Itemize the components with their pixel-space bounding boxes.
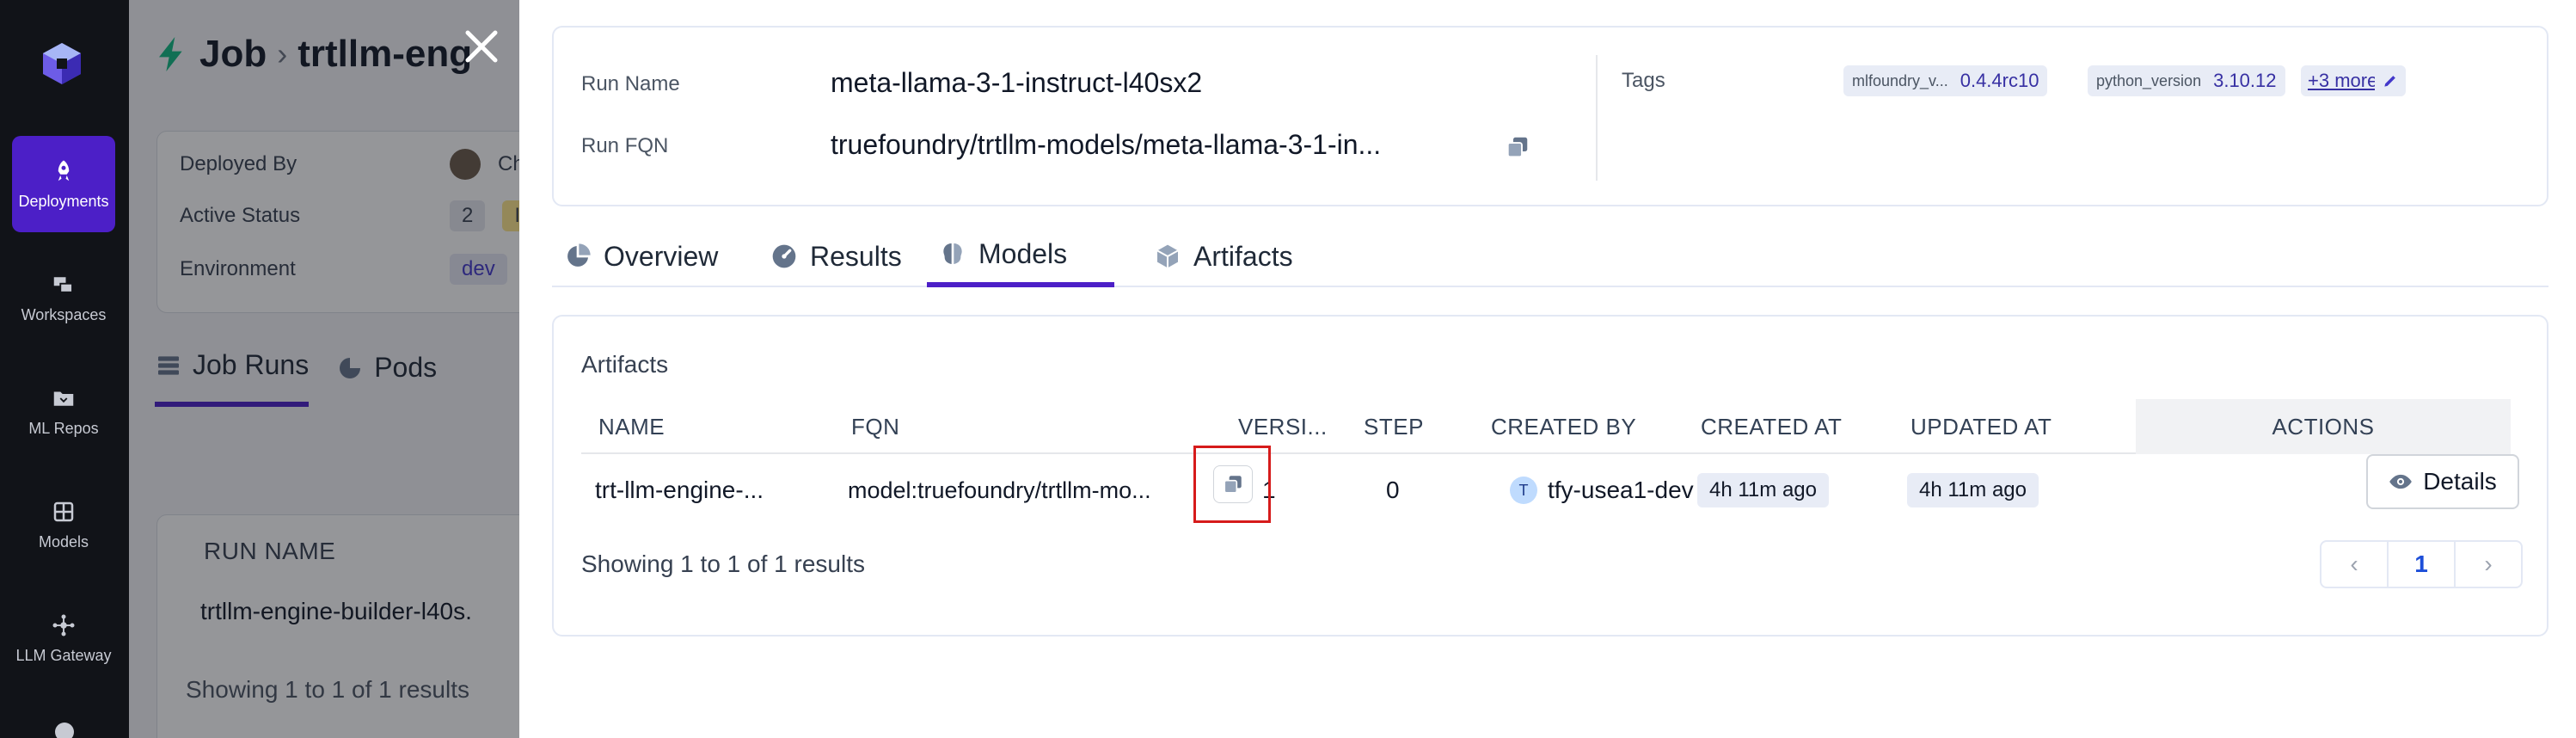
run-name-value: meta-llama-3-1-instruct-l40sx2 [831,67,1203,98]
tab-label: Overview [604,240,719,272]
tag-chip: python_version 3.10.12 [2088,65,2285,96]
divider [1596,55,1598,181]
sidebar-item-label: Workspaces [21,305,107,323]
sidebar-item-workspaces[interactable]: Workspaces [12,249,115,346]
artifact-fqn: model:truefoundry/trtllm-mo... [848,477,1151,503]
tag-value: 3.10.12 [2213,70,2277,91]
help-icon[interactable] [55,723,74,738]
run-fqn-label: Run FQN [581,134,669,157]
tab-artifacts[interactable]: Artifacts [1142,225,1305,287]
sidebar-item-llm-gateway[interactable]: LLM Gateway [12,590,115,686]
sidebar-item-label: LLM Gateway [15,646,112,664]
gauge-icon [772,244,796,268]
sidebar-item-label: ML Repos [28,419,99,437]
copy-fqn-button[interactable] [1213,465,1253,503]
app-sidebar: Deployments Workspaces ML Repos Models L… [0,0,129,738]
gateway-icon [52,614,75,636]
artifacts-card: Artifacts NAME FQN VERSI... STEP CREATED… [552,315,2548,637]
column-header-step[interactable]: STEP [1364,399,1424,454]
artifact-name[interactable]: trt-llm-engine-... [595,454,764,526]
folder-icon [53,391,74,406]
column-header-created-at[interactable]: CREATED AT [1701,399,1842,454]
copy-icon [1224,476,1242,494]
run-tabs: Overview Results Models Artifacts [552,225,2548,287]
tag-chip: mlfoundry_v... 0.4.4rc10 [1843,65,2048,96]
eye-icon [2389,474,2413,489]
run-fqn-value: truefoundry/trtllm-models/meta-llama-3-1… [831,129,1382,160]
tab-overview[interactable]: Overview [552,225,730,287]
more-tags-button[interactable]: +3 more [2301,65,2385,96]
prev-page-button[interactable]: ‹ [2321,542,2387,587]
page-number[interactable]: 1 [2387,542,2456,587]
updated-at-badge: 4h 11m ago [1907,473,2039,507]
results-count: Showing 1 to 1 of 1 results [581,550,865,577]
column-header-actions: ACTIONS [2136,399,2511,454]
table-row: trt-llm-engine-... model:truefoundry/trt… [581,454,2511,526]
tab-models[interactable]: Models [927,225,1114,287]
run-details-drawer: Run Name meta-llama-3-1-instruct-l40sx2 … [519,0,2576,738]
edit-tags-button[interactable] [2375,65,2406,96]
avatar: T [1510,477,1537,504]
sidebar-item-label: Deployments [18,192,109,210]
sidebar-item-models[interactable]: Models [12,477,115,573]
run-name-label: Run Name [581,72,680,95]
details-button[interactable]: Details [2366,454,2519,509]
artifact-step: 0 [1386,477,1400,503]
pie-chart-icon [567,243,591,267]
artifact-updated-at: 4h 11m ago [1907,454,2039,526]
modal-backdrop[interactable] [129,0,519,738]
pagination: ‹ 1 › [2320,540,2523,588]
workspaces-icon [53,276,73,293]
section-title: Artifacts [581,351,669,378]
tag-key: mlfoundry_v... [1852,71,1948,89]
tab-results[interactable]: Results [758,225,914,287]
tab-label: Artifacts [1193,240,1293,272]
sidebar-item-deployments[interactable]: Deployments [12,136,115,232]
brain-icon [943,243,962,264]
app-root: Deployments Workspaces ML Repos Models L… [0,0,2576,738]
artifact-created-by: T tfy-usea1-dev [1510,454,1694,526]
created-at-badge: 4h 11m ago [1697,473,1829,507]
column-header-name[interactable]: NAME [598,399,665,454]
column-header-created-by[interactable]: CREATED BY [1491,399,1636,454]
sidebar-item-label: Models [38,532,89,550]
tab-label: Results [810,240,902,272]
details-label: Details [2423,468,2497,495]
column-header-updated-at[interactable]: UPDATED AT [1911,399,2052,454]
artifact-created-at: 4h 11m ago [1697,454,1829,526]
sidebar-item-ml-repos[interactable]: ML Repos [12,363,115,459]
next-page-button[interactable]: › [2456,542,2521,587]
close-icon[interactable] [459,24,504,69]
run-info-card: Run Name meta-llama-3-1-instruct-l40sx2 … [552,26,2548,206]
copy-icon[interactable] [1505,134,1530,160]
grid-icon [53,501,74,521]
truefoundry-logo[interactable] [38,40,86,88]
created-by-name: tfy-usea1-dev [1548,477,1694,503]
box-icon [1156,244,1179,268]
tag-key: python_version [2096,71,2202,89]
tags-label: Tags [1622,69,1665,92]
tab-label: Models [978,237,1068,269]
tag-value: 0.4.4rc10 [1960,70,2039,91]
column-header-fqn[interactable]: FQN [851,399,899,454]
rocket-icon [58,160,70,181]
pencil-icon [2384,76,2395,87]
table-header: NAME FQN VERSI... STEP CREATED BY CREATE… [581,399,2511,454]
highlight-box [1193,446,1271,523]
